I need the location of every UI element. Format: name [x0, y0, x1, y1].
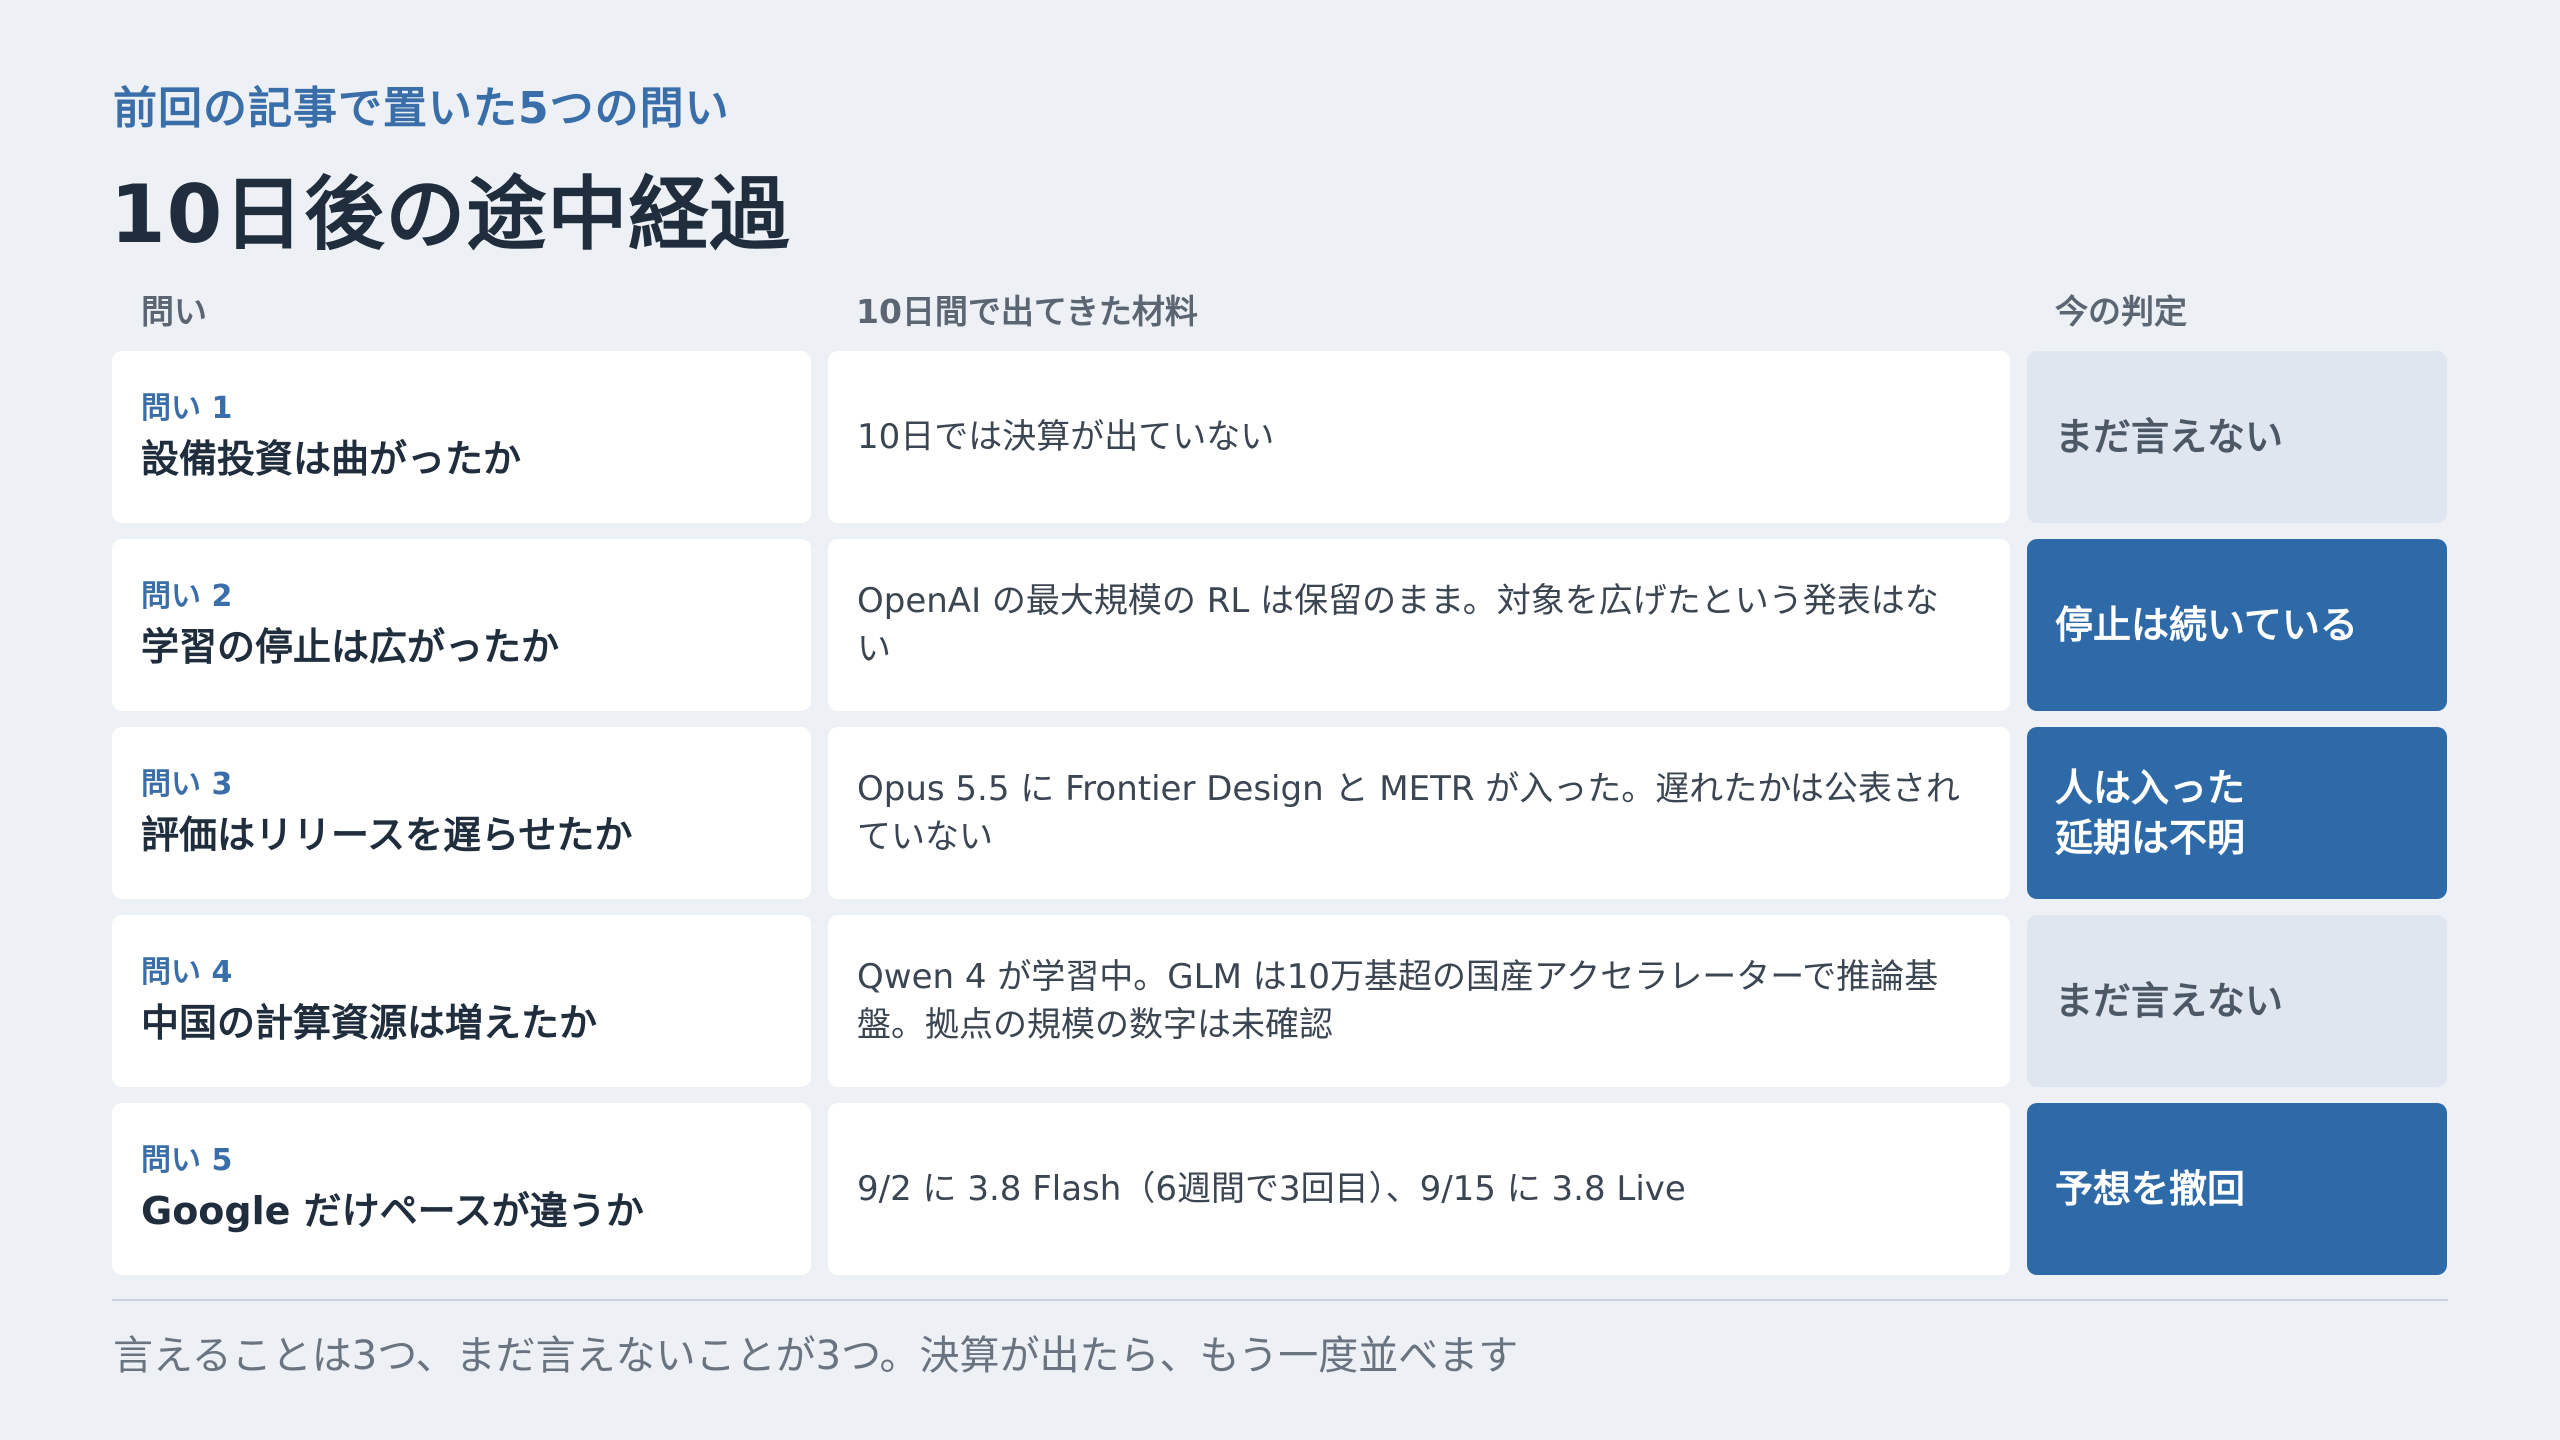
question-text: 評価はリリースを遅らせたか	[141, 813, 633, 857]
material-text: 10日では決算が出ていない	[857, 417, 1275, 457]
table-row: 問い 3 評価はリリースを遅らせたか Opus 5.5 に Frontier D…	[112, 727, 2448, 899]
column-header-verdict: 今の判定	[2055, 292, 2187, 331]
footer-divider	[112, 1299, 2448, 1301]
question-cell: 問い 3 評価はリリースを遅らせたか	[112, 727, 811, 899]
verdict-text: 停止は続いている	[2055, 603, 2358, 647]
verdict-cell: 停止は続いている	[2027, 539, 2447, 711]
question-number: 問い 2	[141, 579, 233, 614]
verdict-text: まだ言えない	[2055, 415, 2284, 459]
slide-subtitle: 前回の記事で置いた5つの問い	[113, 83, 730, 134]
table-row: 問い 4 中国の計算資源は増えたか Qwen 4 が学習中。GLM は10万基超…	[112, 915, 2448, 1087]
question-number: 問い 5	[141, 1143, 233, 1178]
question-number: 問い 4	[141, 955, 233, 990]
verdict-text: まだ言えない	[2055, 979, 2284, 1023]
table-row: 問い 1 設備投資は曲がったか 10日では決算が出ていない まだ言えない	[112, 351, 2448, 523]
material-text: Opus 5.5 に Frontier Design と METR が入った。遅…	[857, 769, 1960, 857]
question-text: 設備投資は曲がったか	[141, 437, 522, 481]
material-cell: 10日では決算が出ていない	[828, 351, 2010, 523]
verdict-cell: 予想を撤回	[2027, 1103, 2447, 1275]
material-cell: Opus 5.5 に Frontier Design と METR が入った。遅…	[828, 727, 2010, 899]
question-text: 学習の停止は広がったか	[141, 625, 560, 669]
column-header-question: 問い	[141, 292, 207, 331]
column-header-material: 10日間で出てきた材料	[856, 292, 1198, 331]
question-cell: 問い 5 Google だけペースが違うか	[112, 1103, 811, 1275]
material-text: Qwen 4 が学習中。GLM は10万基超の国産アクセラレーターで推論基盤。拠…	[857, 957, 1939, 1045]
question-table: 問い 1 設備投資は曲がったか 10日では決算が出ていない まだ言えない 問い …	[112, 351, 2448, 1291]
question-cell: 問い 1 設備投資は曲がったか	[112, 351, 811, 523]
question-text: 中国の計算資源は増えたか	[141, 1001, 598, 1045]
verdict-cell: 人は入った 延期は不明	[2027, 727, 2447, 899]
material-text: OpenAI の最大規模の RL は保留のまま。対象を広げたという発表はない	[857, 581, 1939, 669]
table-row: 問い 2 学習の停止は広がったか OpenAI の最大規模の RL は保留のまま…	[112, 539, 2448, 711]
material-cell: 9/2 に 3.8 Flash（6週間で3回目）、9/15 に 3.8 Live	[828, 1103, 2010, 1275]
footer-note: 言えることは3つ、まだ言えないことが3つ。決算が出たら、もう一度並べます	[113, 1333, 1519, 1379]
material-cell: OpenAI の最大規模の RL は保留のまま。対象を広げたという発表はない	[828, 539, 2010, 711]
verdict-text: 予想を撤回	[2055, 1167, 2246, 1211]
verdict-cell: まだ言えない	[2027, 351, 2447, 523]
material-text: 9/2 に 3.8 Flash（6週間で3回目）、9/15 に 3.8 Live	[857, 1169, 1686, 1209]
question-cell: 問い 2 学習の停止は広がったか	[112, 539, 811, 711]
slide-title: 10日後の途中経過	[110, 168, 791, 261]
verdict-text: 人は入った 延期は不明	[2055, 766, 2246, 860]
verdict-cell: まだ言えない	[2027, 915, 2447, 1087]
question-text: Google だけペースが違うか	[141, 1189, 644, 1233]
question-number: 問い 3	[141, 767, 233, 802]
table-row: 問い 5 Google だけペースが違うか 9/2 に 3.8 Flash（6週…	[112, 1103, 2448, 1275]
material-cell: Qwen 4 が学習中。GLM は10万基超の国産アクセラレーターで推論基盤。拠…	[828, 915, 2010, 1087]
question-cell: 問い 4 中国の計算資源は増えたか	[112, 915, 811, 1087]
question-number: 問い 1	[141, 391, 233, 426]
